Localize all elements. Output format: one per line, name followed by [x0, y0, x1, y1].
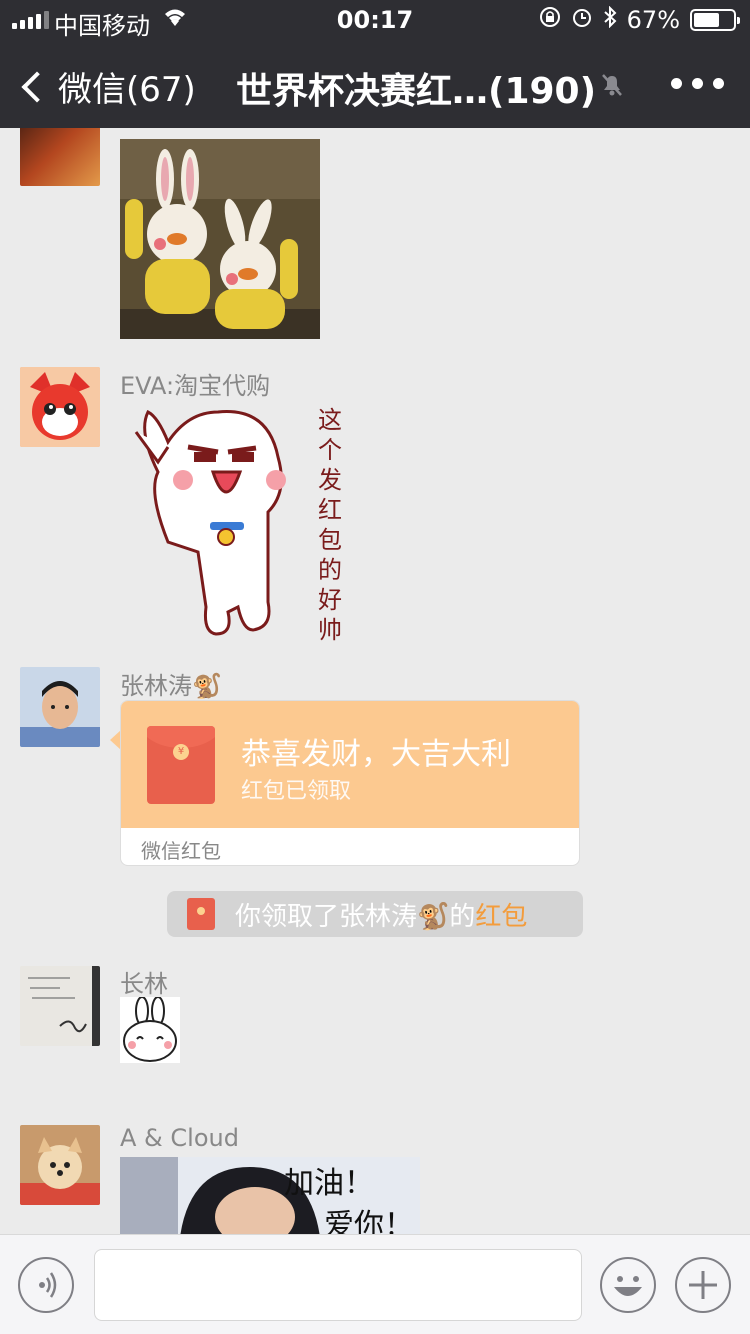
svg-text:这: 这	[318, 406, 342, 434]
voice-button[interactable]	[18, 1257, 74, 1313]
red-packet-card[interactable]: ¥ 恭喜发财，大吉大利 红包已领取 微信红包	[120, 700, 580, 866]
system-message: 你领取了张林涛🐒的 红包	[167, 891, 583, 937]
back-button[interactable]: 微信(67)	[18, 62, 196, 111]
chat-title: 世界杯决赛红…(190)	[236, 71, 597, 112]
top-bar: 中国移动 00:17 67% 微信(67) 世界杯决赛红…(190)	[0, 0, 750, 128]
image-caption-2: 爱你！	[324, 1208, 414, 1234]
red-packet-title: 恭喜发财，大吉大利	[241, 737, 511, 772]
input-bar	[0, 1234, 750, 1334]
nav-bar: 微信(67) 世界杯决赛红…(190)	[0, 40, 750, 128]
red-packet-link[interactable]: 红包	[475, 896, 527, 933]
status-bar: 中国移动 00:17 67%	[0, 0, 750, 40]
more-actions-button[interactable]	[675, 1257, 731, 1313]
svg-text:帅: 帅	[318, 616, 342, 642]
rotation-lock-icon	[539, 6, 561, 34]
message-input[interactable]	[94, 1249, 582, 1321]
svg-text:好: 好	[318, 586, 342, 614]
sender-name: A & Cloud	[120, 1124, 239, 1152]
alarm-icon	[571, 6, 593, 34]
sender-name: EVA:淘宝代购	[120, 372, 271, 400]
system-message-text: 你领取了张林涛🐒的	[235, 901, 476, 932]
mute-bell-icon	[600, 72, 624, 102]
svg-text:包: 包	[318, 526, 342, 554]
smiley-icon	[614, 1276, 642, 1296]
svg-text:的: 的	[318, 556, 342, 584]
emoji-button[interactable]	[600, 1257, 656, 1313]
sender-name: 长林	[120, 970, 168, 998]
more-button[interactable]	[671, 78, 724, 89]
bluetooth-icon	[603, 5, 617, 34]
sticker-message[interactable]: 这 个 发 红 包 的 好 帅	[128, 402, 358, 644]
red-packet-status: 红包已领取	[241, 779, 352, 804]
red-packet-header: ¥ 恭喜发财，大吉大利 红包已领取	[121, 701, 579, 828]
svg-text:红: 红	[318, 496, 342, 524]
back-label: 微信(67)	[58, 70, 196, 110]
red-packet-icon	[187, 898, 215, 930]
sender-name: 张林涛🐒	[120, 672, 222, 700]
battery-percent: 67%	[626, 6, 680, 34]
status-right: 67%	[539, 5, 740, 34]
svg-text:发: 发	[318, 466, 342, 494]
red-envelope-icon: ¥	[147, 726, 215, 804]
image-caption-1: 加油！	[284, 1166, 374, 1201]
sticker-message[interactable]	[120, 996, 180, 1063]
avatar[interactable]	[20, 128, 100, 186]
chat-area[interactable]: EVA:淘宝代购 这 个 发 红 包 的 好 帅 张林涛🐒 ¥ 恭喜发财，大吉大…	[0, 128, 750, 1234]
svg-text:个: 个	[318, 436, 342, 464]
image-message[interactable]: 加油！ 爱你！	[120, 1157, 420, 1234]
voice-icon	[39, 1272, 57, 1298]
avatar[interactable]	[20, 1125, 100, 1205]
red-packet-source: 微信红包	[141, 839, 221, 863]
chevron-left-icon	[21, 70, 53, 103]
battery-icon	[690, 9, 740, 31]
image-message[interactable]	[120, 139, 320, 339]
avatar[interactable]	[20, 966, 100, 1046]
avatar[interactable]	[20, 367, 100, 447]
avatar[interactable]	[20, 667, 100, 747]
plus-icon	[689, 1271, 717, 1299]
